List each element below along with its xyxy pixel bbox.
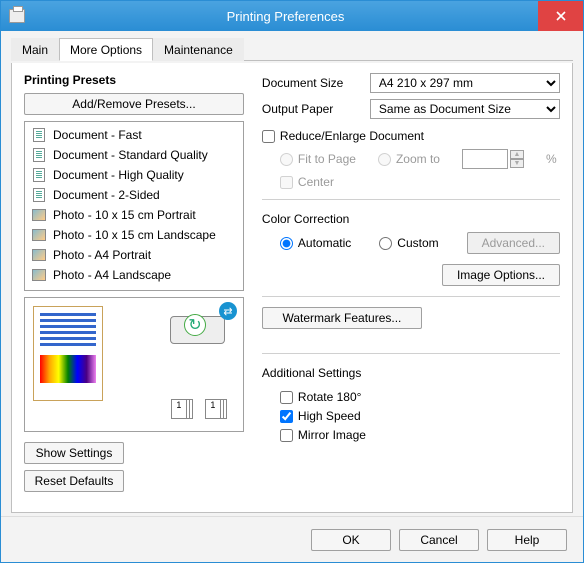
dialog-body: Main More Options Maintenance Printing P… [1,31,583,516]
document-size-label: Document Size [262,76,362,90]
left-column: Printing Presets Add/Remove Presets... D… [24,73,244,502]
right-column: Document Size A4 210 x 297 mm Output Pap… [262,73,560,502]
preset-list[interactable]: Document - Fast Document - Standard Qual… [24,121,244,291]
high-speed-checkbox[interactable] [280,410,293,423]
photo-icon [31,267,47,283]
percent-label: % [546,152,557,166]
custom-label: Custom [397,236,438,250]
document-size-select[interactable]: A4 210 x 297 mm [370,73,560,93]
window-title: Printing Preferences [33,9,538,24]
preset-item[interactable]: Photo - 10 x 15 cm Landscape [29,225,239,245]
preset-label: Photo - 10 x 15 cm Landscape [53,228,216,242]
recycle-arrow-icon: ↻ [184,314,206,336]
document-icon [31,147,47,163]
tab-maintenance[interactable]: Maintenance [153,38,244,61]
preset-label: Photo - A4 Portrait [53,248,151,262]
advanced-button: Advanced... [467,232,560,254]
printing-presets-heading: Printing Presets [24,73,244,87]
preset-label: Document - Fast [53,128,142,142]
zoom-to-label: Zoom to [396,152,440,166]
document-2sided-icon [31,187,47,203]
preset-label: Document - 2-Sided [53,188,160,202]
preset-label: Photo - A4 Landscape [53,268,171,282]
tab-strip: Main More Options Maintenance [11,37,573,61]
zoom-to-radio [378,153,391,166]
custom-radio[interactable] [379,237,392,250]
tab-more-options[interactable]: More Options [59,38,153,61]
add-remove-presets-button[interactable]: Add/Remove Presets... [24,93,244,115]
mirror-image-label: Mirror Image [298,428,366,442]
rotate-180-checkbox[interactable] [280,391,293,404]
photo-icon [31,247,47,263]
close-icon [556,11,566,21]
center-label: Center [298,175,334,189]
preset-item[interactable]: Document - 2-Sided [29,185,239,205]
preset-item[interactable]: Photo - A4 Portrait [29,245,239,265]
titlebar: Printing Preferences [1,1,583,31]
color-correction-heading: Color Correction [262,212,560,226]
reduce-enlarge-checkbox[interactable] [262,130,275,143]
preset-item[interactable]: Document - Fast [29,125,239,145]
output-paper-select[interactable]: Same as Document Size [370,99,560,119]
preset-item[interactable]: Document - Standard Quality [29,145,239,165]
preset-label: Document - Standard Quality [53,148,208,162]
watermark-features-button[interactable]: Watermark Features... [262,307,422,329]
reduce-enlarge-label: Reduce/Enlarge Document [280,129,424,143]
preview-page-icon [33,306,103,401]
info-badge-icon: ⇄ [219,302,237,320]
output-paper-label: Output Paper [262,102,362,116]
preset-item[interactable]: Photo - 10 x 15 cm Portrait [29,205,239,225]
document-icon [31,167,47,183]
automatic-label: Automatic [298,236,351,250]
rotate-180-label: Rotate 180° [298,390,362,404]
additional-settings-heading: Additional Settings [262,366,560,380]
printer-icon [9,9,25,23]
window: Printing Preferences Main More Options M… [0,0,584,563]
close-button[interactable] [538,1,583,31]
zoom-value-input [462,149,508,169]
tab-panel: Printing Presets Add/Remove Presets... D… [11,63,573,513]
dialog-footer: OK Cancel Help [1,516,583,562]
mirror-image-checkbox[interactable] [280,429,293,442]
automatic-radio[interactable] [280,237,293,250]
preview-printer-icon: ↻ [170,316,225,361]
cancel-button[interactable]: Cancel [399,529,479,551]
preset-label: Photo - 10 x 15 cm Portrait [53,208,196,222]
tab-main[interactable]: Main [11,38,59,61]
preset-preview: ↻ ⇄ 321 321 [24,297,244,432]
ok-button[interactable]: OK [311,529,391,551]
photo-icon [31,207,47,223]
preset-label: Document - High Quality [53,168,184,182]
image-options-button[interactable]: Image Options... [442,264,560,286]
help-button[interactable]: Help [487,529,567,551]
preview-copies-icon: 321 321 [171,399,231,425]
photo-icon [31,227,47,243]
reset-defaults-button[interactable]: Reset Defaults [24,470,124,492]
left-button-group: Show Settings Reset Defaults [24,442,244,492]
preset-item[interactable]: Document - High Quality [29,165,239,185]
document-icon [31,127,47,143]
center-checkbox [280,176,293,189]
preset-item[interactable]: Photo - A4 Landscape [29,265,239,285]
show-settings-button[interactable]: Show Settings [24,442,124,464]
high-speed-label: High Speed [298,409,361,423]
zoom-spinner: ▲▼ [510,150,524,168]
fit-to-page-radio [280,153,293,166]
fit-to-page-label: Fit to Page [298,152,356,166]
